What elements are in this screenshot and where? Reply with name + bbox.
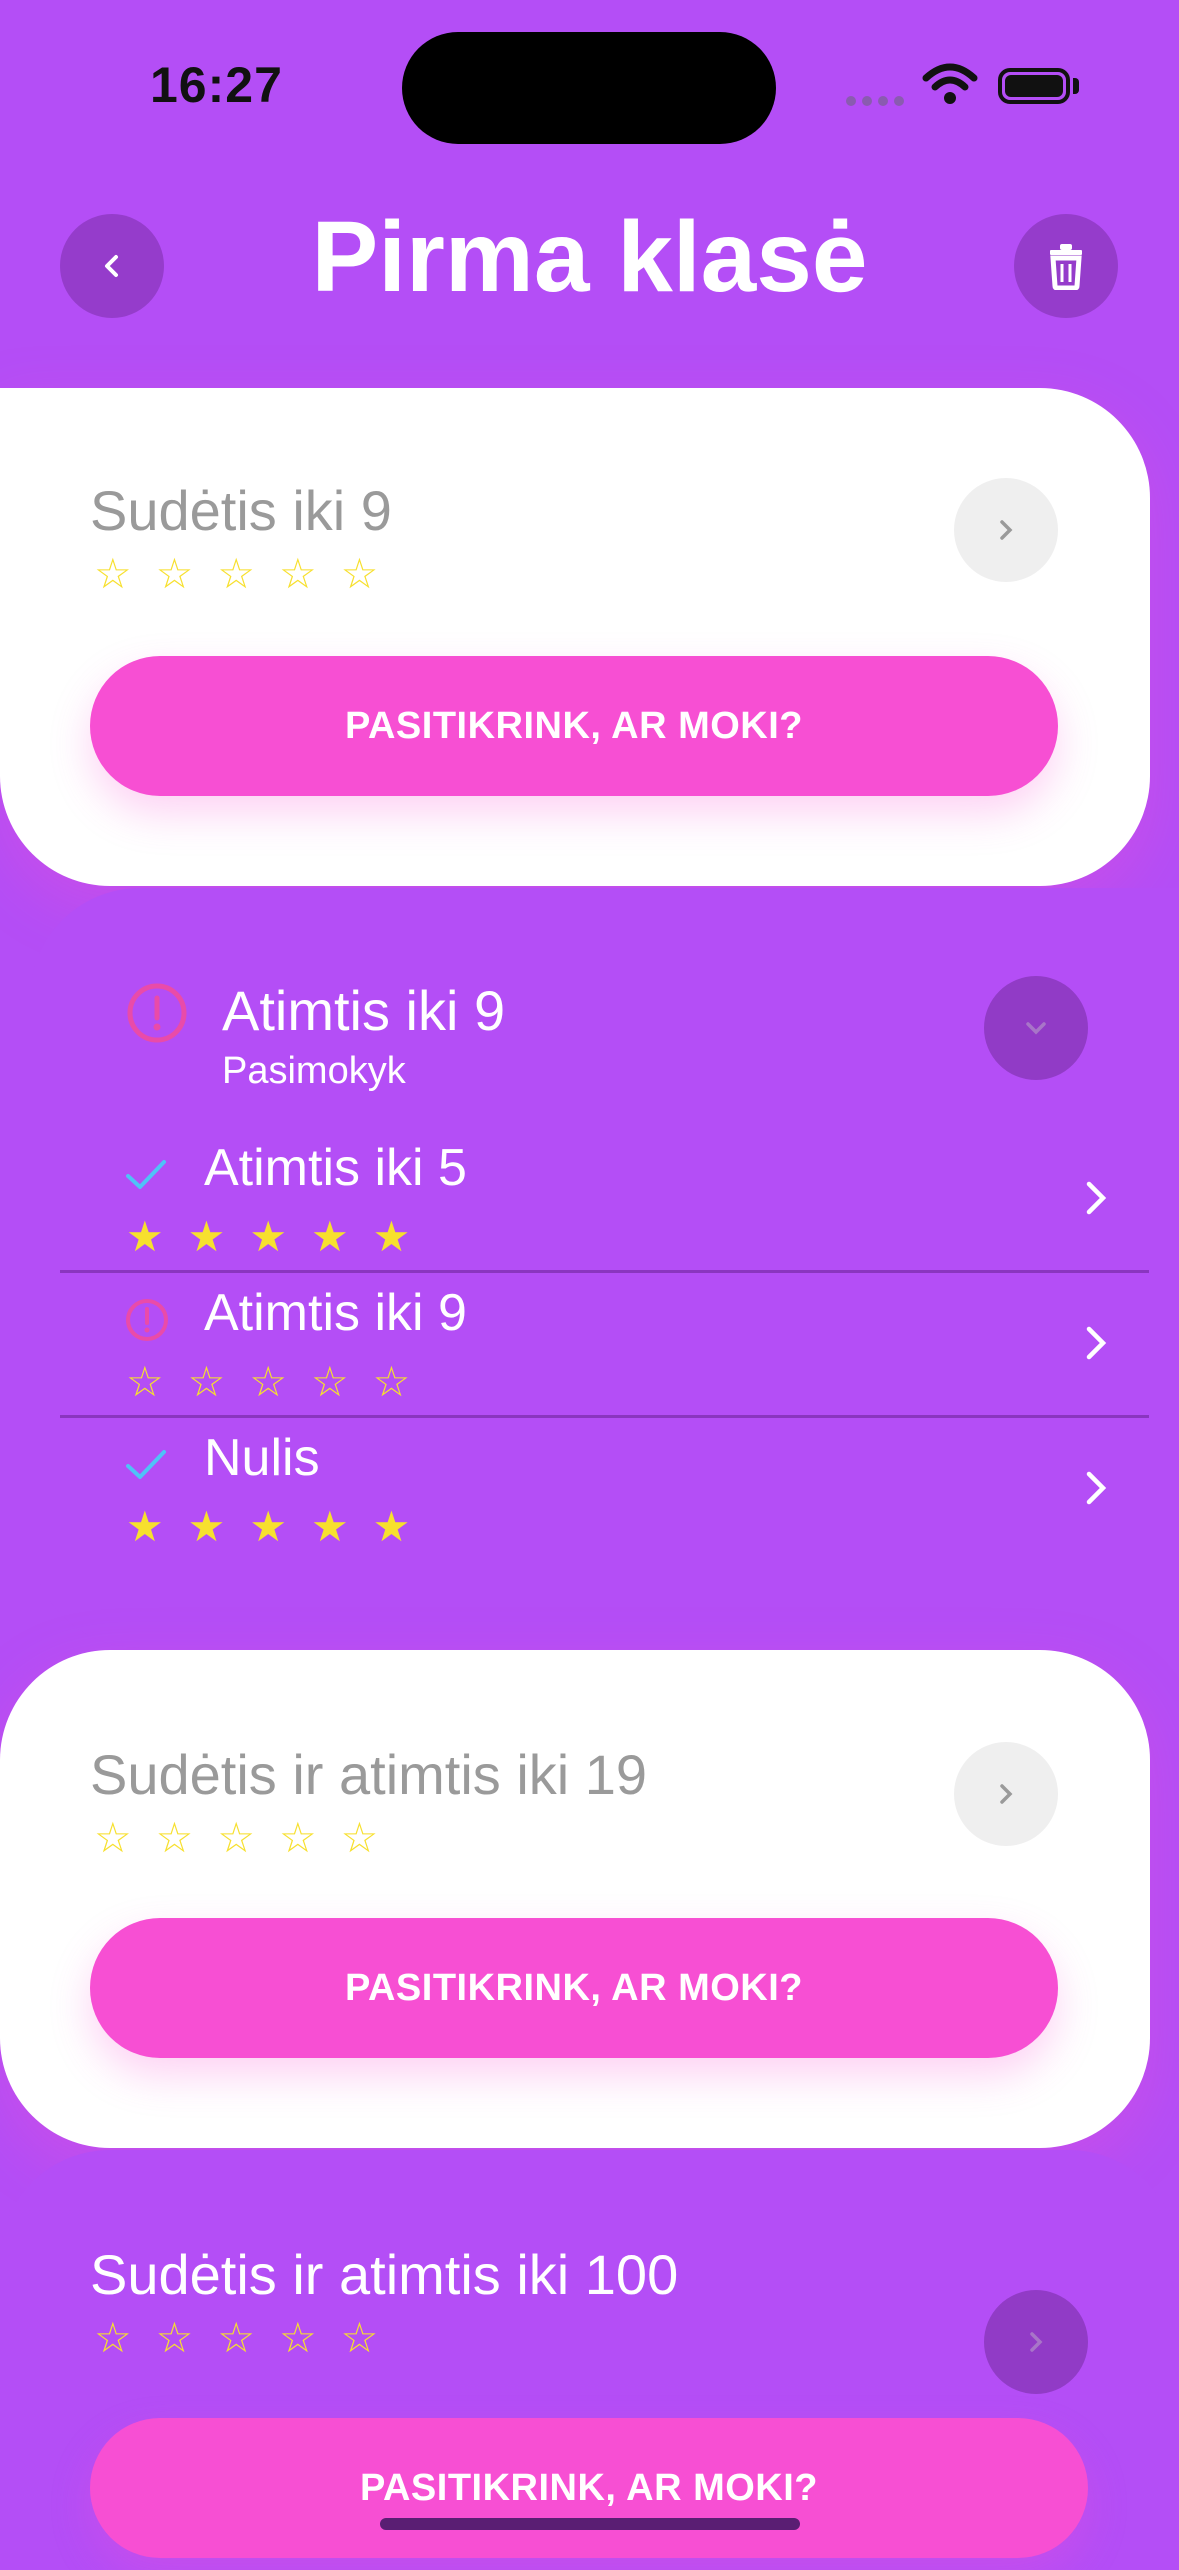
sublesson-title: Atimtis iki 5 bbox=[204, 1139, 467, 1197]
star-empty-icon: ☆ bbox=[340, 2314, 379, 2361]
chevron-right-icon bbox=[1086, 1181, 1107, 1215]
battery-icon bbox=[998, 68, 1070, 104]
chevron-right-icon bbox=[1000, 1784, 1013, 1804]
star-filled-icon: ★ bbox=[372, 1213, 411, 1260]
star-empty-icon: ☆ bbox=[310, 1358, 349, 1405]
star-empty-icon: ☆ bbox=[278, 550, 317, 597]
delete-button[interactable] bbox=[1014, 214, 1118, 318]
check-icon bbox=[126, 1450, 166, 1479]
lesson-title: Sudėtis ir atimtis iki 19 bbox=[90, 1743, 648, 1806]
star-filled-icon: ★ bbox=[249, 1213, 287, 1260]
star-empty-icon: ☆ bbox=[249, 1358, 287, 1405]
sublesson-row[interactable]: Atimtis iki 9 ☆ ☆ ☆ ☆ ☆ bbox=[30, 1273, 1149, 1418]
star-empty-icon: ☆ bbox=[126, 1358, 164, 1405]
star-filled-icon: ★ bbox=[310, 1213, 349, 1260]
warning-icon bbox=[127, 983, 187, 1043]
star-empty-icon: ☆ bbox=[217, 2314, 255, 2361]
sublesson-row[interactable]: Nulis ★ ★ ★ ★ ★ bbox=[30, 1418, 1149, 1563]
star-empty-icon: ☆ bbox=[187, 1358, 226, 1405]
lesson-title: Sudėtis iki 9 bbox=[90, 479, 392, 542]
lesson-stars: ☆ ☆ ☆ ☆ ☆ bbox=[94, 553, 378, 595]
signal-icon bbox=[846, 96, 904, 106]
quiz-button[interactable]: PASITIKRINK, AR MOKI? bbox=[90, 656, 1058, 796]
lesson-title: Sudėtis ir atimtis iki 100 bbox=[90, 2243, 679, 2306]
lesson-card: Sudėtis ir atimtis iki 100 ☆ ☆ ☆ ☆ ☆ PASITIK… bbox=[0, 2150, 1179, 2570]
star-filled-icon: ★ bbox=[187, 1213, 226, 1260]
star-empty-icon: ☆ bbox=[278, 1814, 317, 1861]
warning-icon bbox=[126, 1299, 168, 1341]
chevron-right-icon bbox=[1086, 1326, 1107, 1360]
lesson-stars: ☆ ☆ ☆ ☆ ☆ bbox=[94, 2317, 378, 2359]
sublesson-stars: ★ ★ ★ ★ ★ bbox=[126, 1506, 410, 1548]
quiz-button[interactable]: PASITIKRINK, AR MOKI? bbox=[90, 1918, 1058, 2058]
status-time: 16:27 bbox=[150, 57, 283, 113]
lesson-card-expanded: Atimtis iki 9 Pasimokyk Atimtis iki 5 ★ ★… bbox=[30, 888, 1179, 1648]
wifi-icon bbox=[922, 63, 978, 104]
lesson-stars: ☆ ☆ ☆ ☆ ☆ bbox=[94, 1817, 378, 1859]
lesson-card: Sudėtis iki 9 ☆ ☆ ☆ ☆ ☆ PASITIKRINK, AR MOKI… bbox=[0, 388, 1150, 886]
star-filled-icon: ★ bbox=[310, 1503, 349, 1550]
sublesson-stars: ★ ★ ★ ★ ★ bbox=[126, 1216, 410, 1258]
lesson-title: Atimtis iki 9 bbox=[222, 979, 506, 1042]
open-lesson-button[interactable] bbox=[954, 478, 1058, 582]
star-empty-icon: ☆ bbox=[155, 2314, 194, 2361]
star-empty-icon: ☆ bbox=[155, 1814, 194, 1861]
star-filled-icon: ★ bbox=[372, 1503, 411, 1550]
sublesson-title: Nulis bbox=[204, 1429, 320, 1487]
star-filled-icon: ★ bbox=[126, 1503, 164, 1550]
star-filled-icon: ★ bbox=[249, 1503, 287, 1550]
star-empty-icon: ☆ bbox=[155, 550, 194, 597]
open-lesson-button[interactable] bbox=[984, 2290, 1088, 2394]
star-empty-icon: ☆ bbox=[94, 2314, 132, 2361]
lesson-card: Sudėtis ir atimtis iki 19 ☆ ☆ ☆ ☆ ☆ PASITIKR… bbox=[0, 1650, 1150, 2148]
quiz-button[interactable]: PASITIKRINK, AR MOKI? bbox=[90, 2418, 1088, 2558]
chevron-right-icon bbox=[1086, 1471, 1107, 1505]
lesson-subtitle: Pasimokyk bbox=[222, 1050, 406, 1092]
star-empty-icon: ☆ bbox=[217, 1814, 255, 1861]
chevron-down-icon bbox=[1026, 1022, 1046, 1035]
battery-tip bbox=[1073, 78, 1079, 94]
check-icon bbox=[126, 1160, 166, 1189]
home-indicator[interactable] bbox=[380, 2518, 800, 2530]
chevron-right-icon bbox=[1000, 520, 1013, 540]
star-empty-icon: ☆ bbox=[340, 1814, 379, 1861]
star-filled-icon: ★ bbox=[126, 1213, 164, 1260]
dynamic-island bbox=[402, 32, 776, 144]
star-empty-icon: ☆ bbox=[278, 2314, 317, 2361]
page-title: Pirma klasė bbox=[311, 201, 868, 313]
star-empty-icon: ☆ bbox=[217, 550, 255, 597]
star-empty-icon: ☆ bbox=[372, 1358, 411, 1405]
sublesson-title: Atimtis iki 9 bbox=[204, 1284, 467, 1342]
star-empty-icon: ☆ bbox=[94, 550, 132, 597]
trash-icon bbox=[1050, 244, 1082, 290]
star-empty-icon: ☆ bbox=[340, 550, 379, 597]
star-empty-icon: ☆ bbox=[94, 1814, 132, 1861]
sublesson-stars: ☆ ☆ ☆ ☆ ☆ bbox=[126, 1361, 410, 1403]
open-lesson-button[interactable] bbox=[954, 1742, 1058, 1846]
star-filled-icon: ★ bbox=[187, 1503, 226, 1550]
sublesson-row[interactable]: Atimtis iki 5 ★ ★ ★ ★ ★ bbox=[30, 1128, 1149, 1273]
chevron-right-icon bbox=[1030, 2332, 1043, 2352]
collapse-lesson-button[interactable] bbox=[984, 976, 1088, 1080]
